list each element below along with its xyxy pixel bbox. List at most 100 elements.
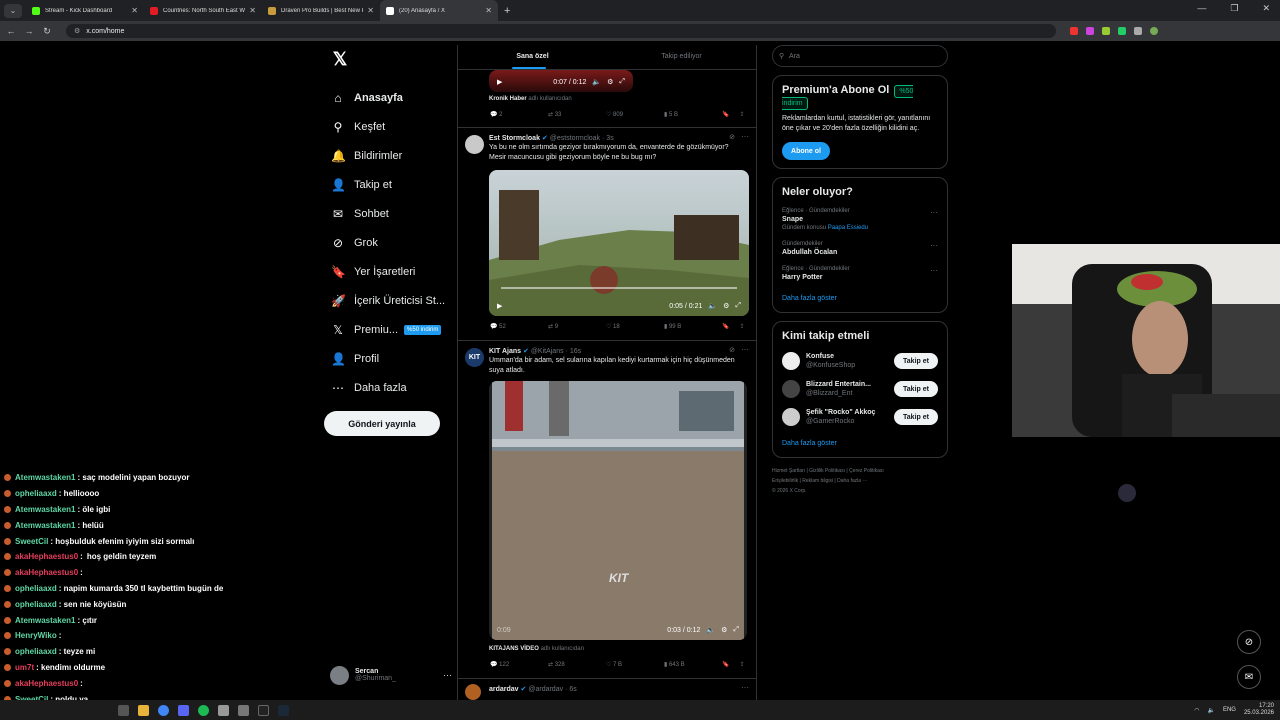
tweet-author[interactable]: KIT Ajans bbox=[489, 348, 521, 355]
more-icon[interactable]: ··· bbox=[930, 266, 938, 275]
messages-icon[interactable]: ✉ bbox=[1237, 665, 1261, 689]
search-input[interactable]: ⚲ Ara bbox=[772, 45, 948, 67]
fullscreen-icon[interactable]: ⤢ bbox=[735, 302, 741, 310]
more-icon[interactable]: ··· bbox=[741, 345, 749, 354]
play-icon[interactable]: ▶ bbox=[497, 78, 502, 86]
nav-item-home[interactable]: ⌂ Anasayfa bbox=[320, 83, 455, 112]
fullscreen-icon[interactable]: ⤢ bbox=[619, 78, 625, 86]
views-stat[interactable]: ▮ 643 B bbox=[664, 661, 722, 669]
chat-username[interactable]: SweetCil bbox=[15, 537, 48, 546]
steam-icon[interactable] bbox=[278, 704, 289, 716]
footer-link[interactable]: Çerez Politikası bbox=[849, 468, 884, 474]
tweet-author[interactable]: Est Stormcloak bbox=[489, 135, 540, 142]
more-icon[interactable]: ··· bbox=[930, 208, 938, 217]
extension-icon[interactable] bbox=[1086, 27, 1094, 35]
settings-icon[interactable]: ⚙ bbox=[723, 302, 729, 310]
follow-button[interactable]: Takip et bbox=[894, 409, 938, 425]
footer-link[interactable]: Hizmet Şartları bbox=[772, 468, 805, 474]
avatar[interactable]: KIT bbox=[465, 348, 484, 367]
like-button[interactable]: ♡ 18 bbox=[606, 323, 664, 331]
close-tab-icon[interactable]: ✕ bbox=[249, 6, 256, 15]
nav-item-more[interactable]: ⋯ Daha fazla bbox=[320, 373, 455, 402]
follow-button[interactable]: Takip et bbox=[894, 353, 938, 369]
footer-link[interactable]: Daha fazla ··· bbox=[837, 478, 867, 484]
browser-tab[interactable]: Stream - Kick Dashboard ✕ bbox=[26, 0, 144, 21]
tweet-author[interactable]: ardardav bbox=[489, 686, 519, 693]
video-player[interactable]: ▶ 0:05 / 0:21 🔈 ⚙ ⤢ bbox=[489, 170, 749, 316]
wifi-icon[interactable]: ◠ bbox=[1194, 707, 1199, 714]
browser-tab[interactable]: Draven Pro Builds | Best New P ✕ bbox=[262, 0, 380, 21]
extension-icon[interactable] bbox=[1102, 27, 1110, 35]
footer-link[interactable]: Erişilebilirlik bbox=[772, 478, 798, 484]
avatar[interactable] bbox=[782, 352, 800, 370]
chat-username[interactable]: opheliaaxd bbox=[15, 489, 57, 498]
play-icon[interactable]: ▶ bbox=[497, 302, 502, 310]
grok-icon[interactable]: ⊘ bbox=[729, 133, 735, 141]
nav-item-bell[interactable]: 🔔 Bildirimler bbox=[320, 141, 455, 170]
clock[interactable]: 17:20 25.03.2026 bbox=[1244, 703, 1274, 717]
nav-item-rocket[interactable]: 🚀 İçerik Üreticisi St... bbox=[320, 286, 455, 315]
chat-username[interactable]: HenryWiko bbox=[15, 631, 57, 640]
chat-username[interactable]: Atemwastaken1 bbox=[15, 616, 75, 625]
spotify-icon[interactable] bbox=[198, 704, 209, 716]
tab-for-you[interactable]: Sana özel bbox=[458, 45, 607, 69]
views-stat[interactable]: ▮ 5 B bbox=[664, 111, 722, 119]
new-tab-button[interactable]: + bbox=[504, 5, 510, 17]
app-icon[interactable] bbox=[118, 704, 129, 716]
tiktok-icon[interactable] bbox=[258, 704, 269, 716]
chat-username[interactable]: opheliaaxd bbox=[15, 584, 57, 593]
fullscreen-icon[interactable]: ⤢ bbox=[733, 626, 739, 634]
forward-icon[interactable]: → bbox=[22, 26, 36, 36]
nav-item-follow[interactable]: 👤 Takip et bbox=[320, 170, 455, 199]
post-button[interactable]: Gönderi yayınla bbox=[324, 411, 440, 436]
discord-icon[interactable] bbox=[178, 704, 189, 716]
site-info-icon[interactable]: ⚙ bbox=[74, 27, 80, 35]
more-icon[interactable]: ··· bbox=[930, 241, 938, 250]
nav-item-x[interactable]: 𝕏 Premiu... %50 indirim bbox=[320, 315, 455, 344]
avatar[interactable] bbox=[782, 408, 800, 426]
show-more-link[interactable]: Daha fazla göster bbox=[782, 440, 938, 447]
volume-icon[interactable]: 🔈 bbox=[708, 302, 717, 310]
credit-source[interactable]: KITAJANS VİDEO bbox=[489, 646, 539, 652]
bookmark-icon[interactable]: 🔖 bbox=[722, 111, 729, 118]
follow-suggestion[interactable]: Şefik "Rocko" Akkoç @GamerRocko Takip et bbox=[782, 408, 938, 426]
grok-icon[interactable]: ⊘ bbox=[1237, 630, 1261, 654]
share-icon[interactable]: ⇪ bbox=[739, 111, 744, 118]
settings-icon[interactable]: ⚙ bbox=[721, 626, 727, 634]
extension-icon[interactable] bbox=[1118, 27, 1126, 35]
avatar[interactable] bbox=[782, 380, 800, 398]
show-more-link[interactable]: Daha fazla göster bbox=[782, 295, 938, 302]
share-icon[interactable]: ⇪ bbox=[739, 323, 744, 330]
nav-item-grok[interactable]: ⊘ Grok bbox=[320, 228, 455, 257]
follow-button[interactable]: Takip et bbox=[894, 381, 938, 397]
app-icon[interactable] bbox=[218, 704, 229, 716]
credit-source[interactable]: Kronik Haber bbox=[489, 96, 527, 102]
retweet-button[interactable]: ⇄ 328 bbox=[548, 661, 606, 669]
profile-avatar-icon[interactable] bbox=[1150, 27, 1158, 35]
close-window-icon[interactable]: ✕ bbox=[1262, 3, 1270, 14]
trend-item[interactable]: Eğlence · Gündemdekiler Harry Potter ··· bbox=[782, 266, 938, 281]
bookmark-icon[interactable]: 🔖 bbox=[722, 323, 729, 330]
views-stat[interactable]: ▮ 99 B bbox=[664, 323, 722, 331]
nav-item-bookmark[interactable]: 🔖 Yer İşaretleri bbox=[320, 257, 455, 286]
close-tab-icon[interactable]: ✕ bbox=[131, 6, 138, 15]
reply-button[interactable]: 💬 52 bbox=[490, 323, 548, 331]
subscribe-button[interactable]: Abone ol bbox=[782, 142, 830, 160]
avatar[interactable] bbox=[465, 684, 481, 700]
settings-icon[interactable]: ⚙ bbox=[607, 78, 613, 86]
maximize-icon[interactable]: ❐ bbox=[1230, 3, 1238, 14]
like-button[interactable]: ♡ 809 bbox=[606, 111, 664, 119]
app-icon[interactable] bbox=[238, 704, 249, 716]
more-icon[interactable]: ··· bbox=[443, 670, 452, 680]
chat-username[interactable]: akaHephaestus0 bbox=[15, 568, 78, 577]
trend-item[interactable]: Eğlence · Gündemdekiler Snape Gündem konus… bbox=[782, 208, 938, 231]
video-player[interactable]: KIT 0:09 0:03 / 0:12 🔈 ⚙ ⤢ bbox=[489, 381, 747, 640]
tab-following[interactable]: Takip ediliyor bbox=[607, 45, 756, 69]
x-logo-icon[interactable]: 𝕏 bbox=[328, 49, 352, 73]
minimize-icon[interactable]: — bbox=[1197, 3, 1206, 14]
account-switcher[interactable]: Sercan @Shuriman_ ··· bbox=[330, 664, 452, 686]
footer-link[interactable]: Gizlilik Politikası bbox=[809, 468, 845, 474]
extension-icon[interactable] bbox=[1070, 27, 1078, 35]
chat-username[interactable]: akaHephaestus0 bbox=[15, 679, 78, 688]
footer-link[interactable]: Reklam bilgisi bbox=[802, 478, 833, 484]
